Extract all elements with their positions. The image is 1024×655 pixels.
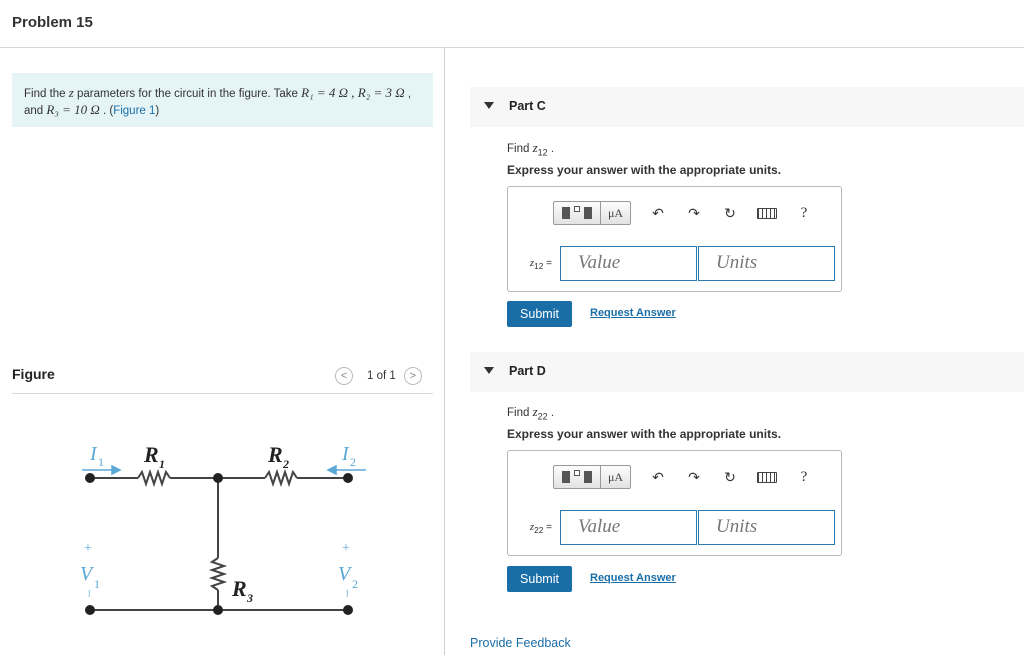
collapse-triangle-icon[interactable] — [484, 367, 494, 374]
answer-row: z22 = Value Units — [518, 510, 835, 545]
r3-value: R₃ = 10 Ω — [46, 102, 100, 117]
current-arrow-left-icon — [326, 464, 337, 476]
node — [343, 473, 353, 483]
i1-label: I — [89, 443, 98, 465]
problem-text: . ( — [99, 105, 114, 117]
problem-text: ) — [155, 105, 160, 117]
find-text: Find — [507, 407, 533, 419]
find-text-end: . — [547, 407, 555, 419]
part-c-request-answer-link[interactable]: Request Answer — [590, 307, 676, 319]
i2-label: I — [341, 443, 350, 465]
undo-icon[interactable]: ↶ — [649, 204, 667, 222]
r1-sub: 1 — [159, 457, 165, 471]
v1-minus: – — [82, 589, 97, 598]
part-d-answer-box: μA ↶ ↷ ↻ ? z22 = Value Units — [507, 450, 842, 556]
find-text: Find — [507, 143, 533, 155]
units-icon[interactable]: μA — [601, 201, 631, 225]
part-c-submit-button[interactable]: Submit — [507, 301, 572, 327]
left-panel: Find the z parameters for the circuit in… — [0, 48, 444, 655]
part-d-header[interactable]: Part D — [470, 352, 1024, 392]
undo-icon[interactable]: ↶ — [649, 468, 667, 486]
v2-label: V — [338, 563, 353, 585]
help-icon[interactable]: ? — [795, 468, 813, 486]
r1-label: R — [143, 442, 159, 467]
circuit-diagram: I 1 I 2 R 1 R 2 R 3 + V 1 – + V 2 – — [80, 442, 366, 615]
i2-sub: 2 — [350, 455, 356, 469]
r2-label: R — [267, 442, 283, 467]
prev-figure-button[interactable]: < — [335, 367, 353, 385]
units-icon[interactable]: μA — [601, 465, 631, 489]
templates-icon[interactable] — [553, 465, 601, 489]
r3-label: R — [231, 576, 247, 601]
figure-pager: < 1 of 1 > — [335, 367, 422, 385]
r2-sub: 2 — [282, 457, 289, 471]
part-c-question: Find z12 . — [507, 140, 554, 157]
divider — [12, 393, 433, 394]
equals-sign: = — [543, 257, 552, 269]
part-c-label: Part C — [509, 99, 546, 113]
answer-variable: z12 = — [518, 257, 552, 271]
problem-title: Problem 15 — [12, 14, 93, 31]
v1-sub: 1 — [94, 577, 100, 591]
value-input[interactable]: Value — [560, 510, 697, 545]
keyboard-icon[interactable] — [757, 207, 777, 219]
part-c-instructions: Express your answer with the appropriate… — [507, 163, 782, 177]
reset-icon[interactable]: ↻ — [721, 204, 739, 222]
r3-sub: 3 — [246, 591, 253, 605]
keyboard-icon[interactable] — [757, 471, 777, 483]
wires — [90, 468, 348, 611]
header: Problem 15 — [0, 0, 1024, 48]
node — [85, 473, 95, 483]
right-panel: Part C Find z12 . Express your answer wi… — [445, 48, 1024, 655]
redo-icon[interactable]: ↷ — [685, 204, 703, 222]
units-input[interactable]: Units — [698, 246, 835, 281]
problem-statement: Find the z parameters for the circuit in… — [12, 73, 433, 127]
part-d-instructions: Express your answer with the appropriate… — [507, 427, 782, 441]
part-c-header[interactable]: Part C — [470, 87, 1024, 127]
current-arrows — [82, 464, 366, 476]
node — [85, 605, 95, 615]
answer-row: z12 = Value Units — [518, 246, 835, 281]
z-subscript: 12 — [534, 260, 544, 271]
collapse-triangle-icon[interactable] — [484, 102, 494, 109]
equals-sign: = — [543, 521, 552, 533]
problem-text: Find the — [24, 88, 69, 100]
i1-sub: 1 — [98, 455, 104, 469]
provide-feedback-link[interactable]: Provide Feedback — [470, 636, 571, 650]
figure-counter: 1 of 1 — [367, 370, 396, 382]
part-d-label: Part D — [509, 364, 546, 378]
v2-plus: + — [342, 541, 350, 556]
node — [213, 605, 223, 615]
node — [343, 605, 353, 615]
node — [213, 473, 223, 483]
v1-label: V — [80, 563, 95, 585]
value-input[interactable]: Value — [560, 246, 697, 281]
help-icon[interactable]: ? — [795, 204, 813, 222]
reset-icon[interactable]: ↻ — [721, 468, 739, 486]
math-toolbar: μA ↶ ↷ ↻ ? — [553, 465, 813, 489]
part-d-question: Find z22 . — [507, 404, 554, 421]
r2-value: R₂ = 3 Ω — [357, 85, 405, 100]
next-figure-button[interactable]: > — [403, 367, 422, 385]
z-subscript: 22 — [534, 524, 544, 535]
z-subscript: 22 — [537, 411, 548, 422]
find-text-end: . — [547, 143, 555, 155]
answer-variable: z22 = — [518, 521, 552, 535]
redo-icon[interactable]: ↷ — [685, 468, 703, 486]
z-subscript: 12 — [537, 147, 548, 158]
v2-minus: – — [340, 589, 355, 598]
v1-plus: + — [84, 541, 92, 556]
templates-icon[interactable] — [553, 201, 601, 225]
v2-sub: 2 — [352, 577, 358, 591]
part-c-answer-box: μA ↶ ↷ ↻ ? z12 = Value Units — [507, 186, 842, 292]
part-d-submit-button[interactable]: Submit — [507, 566, 572, 592]
current-arrow-right-icon — [111, 464, 122, 476]
units-input[interactable]: Units — [698, 510, 835, 545]
r1-value: R₁ = 4 Ω , — [301, 85, 358, 100]
part-d-request-answer-link[interactable]: Request Answer — [590, 572, 676, 584]
figure-link[interactable]: Figure 1 — [113, 105, 155, 117]
figure-heading: Figure — [12, 366, 55, 382]
math-toolbar: μA ↶ ↷ ↻ ? — [553, 201, 813, 225]
problem-text: parameters for the circuit in the figure… — [73, 88, 302, 100]
